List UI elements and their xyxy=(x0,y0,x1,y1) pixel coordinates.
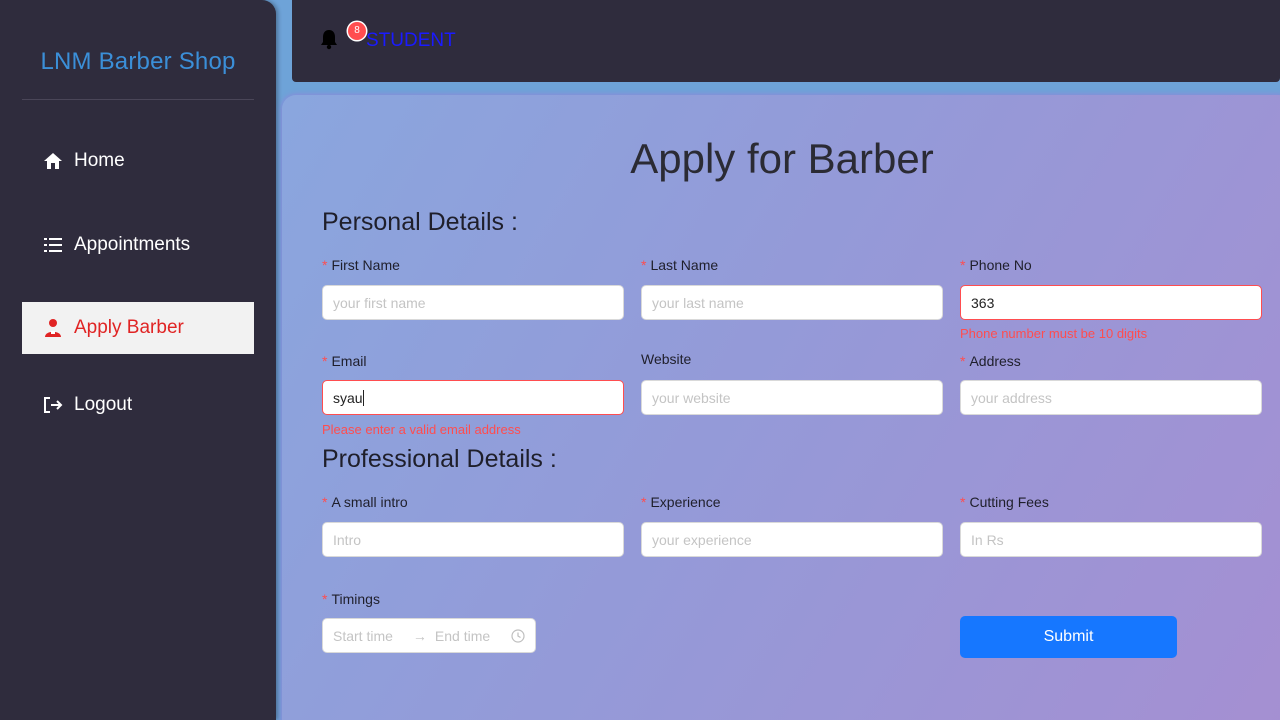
sidebar: LNM Barber Shop Home Appointments Apply … xyxy=(0,0,276,720)
email-label: * Email xyxy=(322,353,367,369)
experience-input[interactable]: your experience xyxy=(641,522,943,557)
sidebar-item-label: Logout xyxy=(74,394,133,415)
website-input[interactable]: your website xyxy=(641,380,943,415)
address-input[interactable]: your address xyxy=(960,380,1262,415)
experience-label: * Experience xyxy=(641,494,721,510)
clock-icon xyxy=(511,628,525,643)
last-name-label: * Last Name xyxy=(641,257,719,273)
start-time-input[interactable]: Start time xyxy=(333,628,393,644)
email-input[interactable]: syau xyxy=(322,380,624,415)
sidebar-item-label: Apply Barber xyxy=(74,317,184,338)
divider xyxy=(22,99,254,100)
sidebar-item-label: Appointments xyxy=(74,234,191,255)
email-error: Please enter a valid email address xyxy=(322,422,521,437)
home-icon xyxy=(42,150,64,172)
sidebar-item-appointments[interactable]: Appointments xyxy=(22,219,254,271)
phone-input[interactable]: 363 xyxy=(960,285,1262,320)
timings-range-picker[interactable]: Start time → End time xyxy=(322,618,536,653)
address-label: * Address xyxy=(960,353,1021,369)
topbar: 8 STUDENT xyxy=(292,0,1280,82)
submit-button[interactable]: Submit xyxy=(960,616,1177,658)
intro-input[interactable]: Intro xyxy=(322,522,624,557)
last-name-input[interactable]: your last name xyxy=(641,285,943,320)
section-personal-details: Personal Details : xyxy=(322,208,518,236)
first-name-input[interactable]: your first name xyxy=(322,285,624,320)
brand-title: LNM Barber Shop xyxy=(40,48,236,75)
sidebar-item-apply-barber[interactable]: Apply Barber xyxy=(22,302,254,354)
first-name-label: * First Name xyxy=(322,257,400,273)
section-professional-details: Professional Details : xyxy=(322,445,557,473)
notification-badge: 8 xyxy=(348,22,366,40)
sidebar-item-label: Home xyxy=(74,150,125,171)
fees-input[interactable]: In Rs xyxy=(960,522,1262,557)
list-icon xyxy=(42,234,64,256)
user-icon xyxy=(42,317,64,339)
user-role-link[interactable]: STUDENT xyxy=(366,30,456,52)
website-label: Website xyxy=(641,351,692,367)
arrow-right-icon: → xyxy=(412,627,427,644)
logout-icon xyxy=(42,394,64,416)
bell-icon[interactable] xyxy=(320,28,340,50)
fees-label: * Cutting Fees xyxy=(960,494,1049,510)
end-time-input[interactable]: End time xyxy=(435,628,490,644)
phone-label: * Phone No xyxy=(960,257,1032,273)
page-title: Apply for Barber xyxy=(630,135,934,182)
form-card: Apply for Barber Personal Details : * Fir… xyxy=(282,95,1280,720)
sidebar-item-home[interactable]: Home xyxy=(22,135,254,187)
sidebar-item-logout[interactable]: Logout xyxy=(22,379,254,431)
intro-label: * A small intro xyxy=(322,494,408,510)
timings-label: * Timings xyxy=(322,591,380,607)
phone-error: Phone number must be 10 digits xyxy=(960,326,1148,341)
